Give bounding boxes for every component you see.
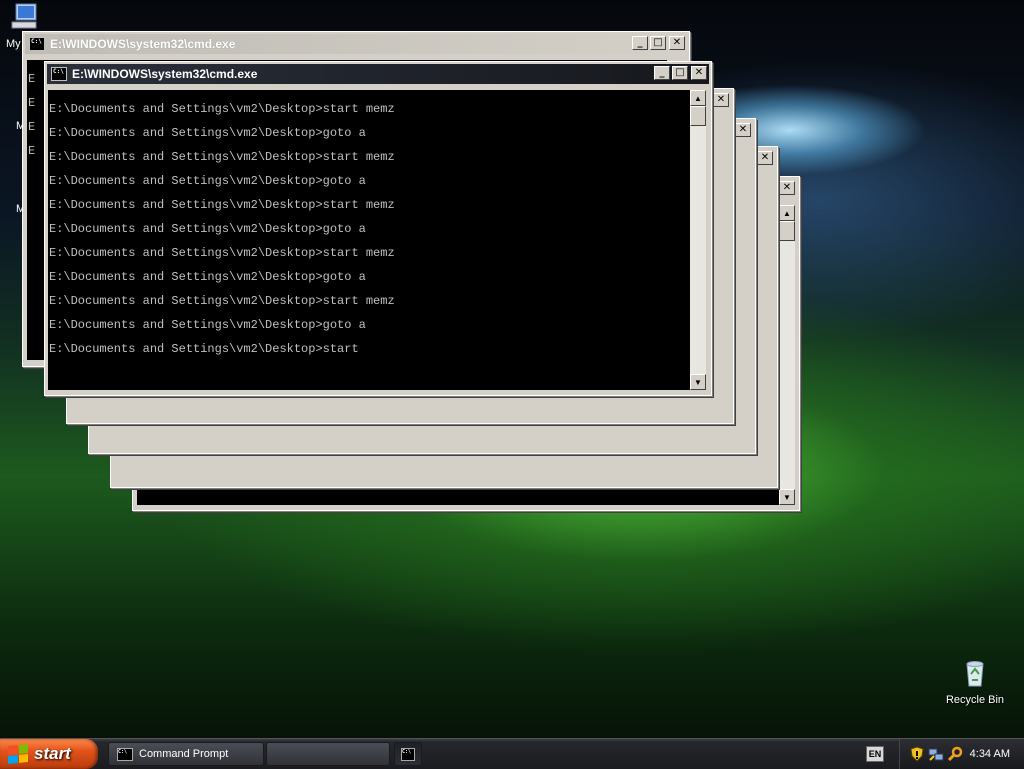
search-icon[interactable] (948, 746, 964, 762)
close-icon[interactable]: ✕ (691, 66, 707, 80)
title-bar[interactable]: C:\ E:\WINDOWS\system32\cmd.exe _ □ ✕ (25, 34, 687, 54)
scroll-thumb[interactable] (779, 221, 795, 241)
vertical-scrollbar[interactable]: ▲ ▼ (779, 205, 795, 505)
console-line: E:\Documents and Settings\vm2\Desktop>go… (49, 318, 366, 332)
scroll-down-icon[interactable]: ▼ (779, 489, 795, 505)
close-icon[interactable]: ✕ (669, 36, 685, 50)
security-shield-icon[interactable] (910, 746, 924, 762)
windows-flag-icon (8, 743, 28, 765)
console-line: E:\Documents and Settings\vm2\Desktop>st… (49, 198, 395, 212)
console-line: E:\Documents and Settings\vm2\Desktop>st… (49, 294, 395, 308)
cmd-icon: C:\ (29, 37, 45, 51)
close-icon[interactable]: ✕ (779, 181, 795, 195)
cmd-icon: C:\ (117, 747, 133, 761)
maximize-icon[interactable]: □ (650, 36, 666, 50)
window-title: E:\WINDOWS\system32\cmd.exe (72, 67, 258, 81)
minimize-icon[interactable]: _ (632, 36, 648, 50)
start-label: start (34, 744, 71, 763)
clock[interactable]: 4:34 AM (970, 748, 1010, 760)
taskbar-item-command-prompt[interactable]: C:\ Command Prompt (108, 742, 264, 766)
console-line: E:\Documents and Settings\vm2\Desktop>st… (49, 102, 395, 116)
taskbar-item-label: Command Prompt (139, 748, 229, 760)
cmd-icon: C:\ (51, 67, 67, 81)
computer-icon (11, 3, 37, 29)
start-button[interactable]: start (0, 739, 98, 769)
network-icon[interactable] (928, 746, 944, 762)
title-bar[interactable]: C:\ E:\WINDOWS\system32\cmd.exe _ □ ✕ (47, 64, 709, 84)
taskbar-item-blank[interactable] (266, 742, 390, 766)
console-line: E:\Documents and Settings\vm2\Desktop>go… (49, 222, 366, 236)
recycle-bin-graphic (966, 661, 984, 687)
scroll-down-icon[interactable]: ▼ (690, 374, 706, 390)
my-computer-label: My (6, 38, 21, 50)
recycle-bin-icon[interactable]: Recycle Bin (942, 656, 1008, 706)
maximize-icon[interactable]: □ (672, 66, 688, 80)
cmd-window-active[interactable]: C:\ E:\WINDOWS\system32\cmd.exe _ □ ✕ E:\D… (44, 61, 712, 396)
taskbar-item-cmd[interactable]: C:\ (394, 742, 422, 766)
language-indicator[interactable]: EN (866, 746, 884, 762)
console-line: E:\Documents and Settings\vm2\Desktop>st… (49, 342, 359, 356)
console-line: E:\Documents and Settings\vm2\Desktop>st… (49, 150, 395, 164)
console-line: E:\Documents and Settings\vm2\Desktop>go… (49, 270, 366, 284)
close-icon[interactable]: ✕ (735, 123, 751, 137)
console-line: E:\Documents and Settings\vm2\Desktop>go… (49, 174, 366, 188)
console-area[interactable]: E:\Documents and Settings\vm2\Desktop>st… (48, 90, 690, 390)
desktop: { "desktop": { "icons": [ {"name": "my-c… (0, 0, 1024, 769)
recycle-bin-label: Recycle Bin (945, 694, 1005, 706)
cmd-icon: C:\ (401, 747, 415, 761)
window-title: E:\WINDOWS\system32\cmd.exe (50, 37, 236, 51)
scroll-thumb[interactable] (690, 106, 706, 126)
scroll-up-icon[interactable]: ▲ (779, 205, 795, 221)
console-line: E:\Documents and Settings\vm2\Desktop>go… (49, 126, 366, 140)
minimize-icon[interactable]: _ (654, 66, 670, 80)
taskbar: start C:\ Command Prompt C:\ EN 4:34 AM (0, 738, 1024, 769)
console-line: E:\Documents and Settings\vm2\Desktop>st… (49, 246, 395, 260)
close-icon[interactable]: ✕ (757, 151, 773, 165)
system-tray: 4:34 AM (899, 739, 1024, 769)
scroll-up-icon[interactable]: ▲ (690, 90, 706, 106)
close-icon[interactable]: ✕ (713, 93, 729, 107)
vertical-scrollbar[interactable]: ▲ ▼ (690, 90, 706, 390)
